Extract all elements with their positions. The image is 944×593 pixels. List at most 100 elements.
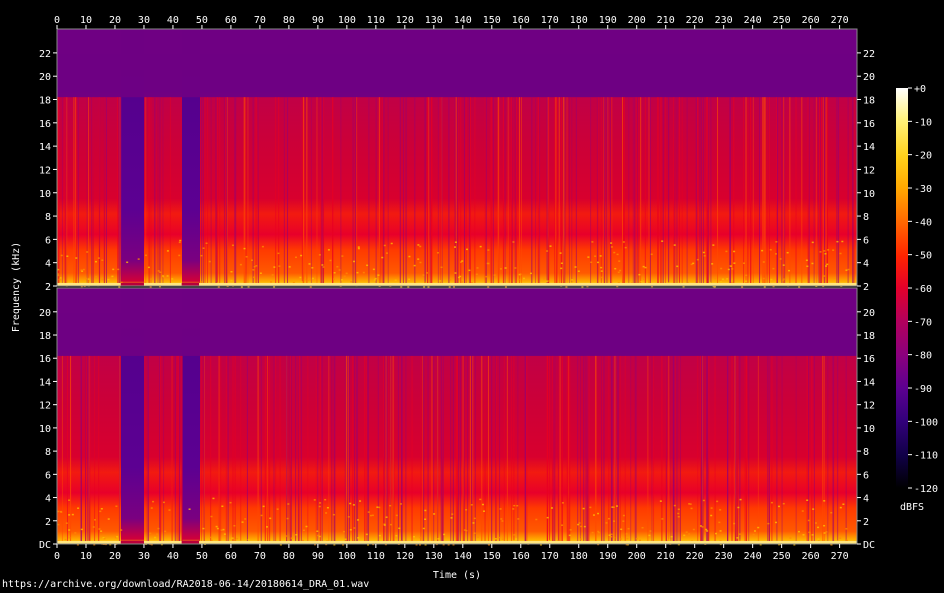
spectrogram-speck (617, 271, 620, 274)
spectrogram-speck (353, 260, 356, 263)
spectrogram-streak (147, 355, 149, 544)
spectrogram-streak (745, 355, 747, 544)
x-tick-label-bottom: 10 (80, 551, 92, 562)
spectrogram-speck (461, 281, 464, 283)
x-tick-label-top: 10 (80, 15, 92, 26)
spectrogram-speck (215, 525, 218, 528)
spectrogram-streak (826, 97, 828, 286)
spectrogram-speck (285, 535, 288, 537)
spectrogram-speck (381, 256, 384, 259)
spectrogram-speck (545, 280, 548, 282)
spectrogram-streak (160, 355, 162, 544)
spectrogram-speck (625, 533, 628, 535)
spectrogram-speck (253, 265, 256, 268)
spectrogram-speck (383, 524, 386, 526)
spectrogram-streak (807, 97, 809, 286)
spectrogram-streak (757, 355, 759, 544)
spectrogram-streak (469, 97, 471, 286)
spectrogram-speck (577, 523, 580, 526)
spectrogram-speck (150, 507, 153, 509)
spectrogram-speck (802, 534, 805, 536)
y-tick-label-right: 12 (863, 401, 875, 412)
spectrogram-streak (266, 355, 268, 544)
spectrogram-streak (290, 355, 292, 544)
spectrogram-speck (57, 268, 60, 271)
spectrogram-speck (626, 537, 629, 540)
spectrogram-streak (423, 355, 425, 544)
x-tick-label-top: 80 (283, 15, 295, 26)
spectrogram-streak (744, 355, 746, 544)
spectrogram-streak (150, 97, 152, 286)
spectrogram-speck (574, 266, 577, 268)
x-tick-label-top: 190 (599, 15, 617, 26)
spectrogram-speck (624, 246, 627, 249)
spectrogram-speck (731, 268, 734, 270)
spectrogram-speck (775, 241, 778, 243)
spectrogram-streak (344, 355, 346, 544)
y-tick-label-right: 20 (863, 72, 875, 83)
spectrogram-speck (580, 525, 583, 528)
spectrogram-speck (357, 246, 360, 248)
spectrogram-speck (512, 241, 515, 243)
x-tick-label-top: 130 (425, 15, 443, 26)
spectrogram-speck (162, 275, 165, 277)
spectrogram-streak (554, 355, 556, 544)
spectrogram-speck (470, 504, 473, 506)
spectrogram-speck (68, 499, 71, 501)
y-tick-label-left: 12 (39, 165, 51, 176)
spectrogram-speck (823, 500, 826, 502)
spectrogram-speck (271, 274, 274, 276)
spectrogram-speck (300, 254, 303, 257)
spectrogram-speck (610, 246, 613, 248)
spectrogram-streak (257, 97, 259, 286)
spectrogram-streak (317, 355, 319, 544)
y-tick-label-left: 6 (45, 235, 51, 246)
spectrogram-speck (417, 258, 420, 260)
spectrogram-streak (739, 355, 741, 544)
colorbar-tick-label: -70 (914, 317, 932, 328)
spectrogram-speck (287, 503, 290, 505)
spectrogram-speck (772, 267, 775, 270)
spectrogram-speck (683, 534, 686, 537)
spectrogram-speck (516, 504, 519, 507)
spectrogram-streak (92, 97, 94, 286)
spectrogram-speck (419, 245, 422, 248)
spectrogram-speck (383, 244, 386, 247)
spectrogram-speck (71, 513, 74, 516)
spectrogram-streak (514, 97, 516, 286)
spectrogram-speck (721, 534, 724, 536)
spectrogram-speck (549, 245, 552, 247)
spectrogram-streak (837, 355, 839, 544)
spectrogram-speck (208, 260, 211, 263)
spectrogram-speck (352, 504, 355, 506)
spectrogram-speck (325, 512, 328, 514)
spectrogram-speck (273, 266, 276, 268)
spectrogram-speck (668, 539, 671, 542)
spectrogram-streak (664, 97, 666, 286)
spectrogram-streak (701, 355, 703, 544)
spectrogram-streak (303, 97, 305, 286)
spectrogram-streak (257, 355, 259, 544)
spectrogram-speck (677, 515, 680, 518)
spectrogram-speck (350, 281, 353, 283)
x-tick-label-bottom: 230 (715, 551, 733, 562)
spectrogram-speck (501, 538, 504, 540)
spectrogram-streak (86, 355, 88, 544)
y-tick-label-right: 18 (863, 96, 875, 107)
spectrogram-speck (839, 506, 842, 509)
spectrogram-speck (774, 253, 777, 255)
spectrogram-streak (801, 97, 803, 286)
spectrogram-streak (442, 355, 444, 544)
spectrogram-speck (770, 501, 773, 504)
y-tick-label-left: 20 (39, 72, 51, 83)
spectrogram-speck (413, 536, 416, 538)
y-tick-label-right: 18 (863, 331, 875, 342)
spectrogram-speck (589, 506, 592, 509)
spectrogram-speck (75, 257, 78, 259)
colorbar-tick-label: +0 (914, 84, 926, 95)
spectrogram-streak (118, 97, 120, 286)
spectrogram-speck (779, 258, 782, 260)
spectrogram-streak (847, 97, 849, 286)
spectrogram-speck (769, 249, 772, 251)
spectrogram-speck (607, 517, 610, 520)
